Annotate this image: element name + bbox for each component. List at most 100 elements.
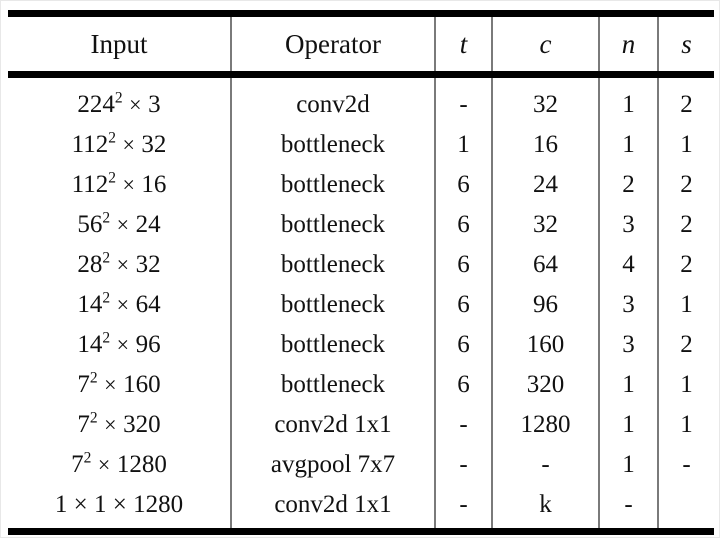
table-footer (8, 528, 714, 538)
input-base: 28 (77, 250, 103, 278)
input-exponent: 2 (108, 129, 116, 147)
cell-c: 24 (491, 164, 599, 204)
input-channels: 16 (141, 170, 167, 198)
cell-t: 6 (434, 364, 492, 404)
cell-operator: conv2d 1x1 (230, 484, 435, 532)
input-base: 14 (77, 290, 103, 318)
multiplication-sign: × (111, 251, 135, 277)
input-exponent: 2 (89, 369, 98, 387)
cell-c: 96 (491, 284, 599, 324)
input-exponent: 2 (102, 249, 111, 267)
input-exponent: 2 (102, 329, 111, 347)
cell-s: 2 (657, 78, 714, 124)
architecture-table-container: Input Operator t c n s 2242 × 3 conv2d -32… (8, 10, 714, 538)
multiplication-sign: × (111, 211, 135, 237)
multiplication-sign: × (111, 291, 135, 317)
cell-n: 3 (598, 324, 658, 364)
cell-s: 2 (657, 164, 714, 204)
input-channels: 320 (123, 410, 161, 438)
cell-t: 1 (434, 124, 492, 164)
column-header-c: c (491, 17, 599, 75)
cell-t: 6 (434, 324, 492, 364)
cell-n: 3 (598, 284, 658, 324)
input-base: 7 (71, 450, 84, 478)
cell-s: - (657, 444, 714, 484)
input-exponent: 2 (102, 289, 111, 307)
cell-operator: avgpool 7x7 (230, 444, 435, 484)
cell-input: 72 × 1280 (8, 444, 231, 484)
cell-t: 6 (434, 164, 492, 204)
cell-input: 1122 × 16 (8, 164, 231, 204)
header-row: Input Operator t c n s (8, 17, 714, 75)
cell-c: - (491, 444, 599, 484)
input-base: 7 (77, 370, 90, 398)
multiplication-sign: × (116, 171, 141, 197)
input-base: 112 (71, 170, 109, 198)
cell-t: 6 (434, 244, 492, 284)
cell-input: 72 × 160 (8, 364, 231, 404)
cell-s: 1 (657, 404, 714, 444)
cell-n: 4 (598, 244, 658, 284)
cell-operator: bottleneck (230, 324, 435, 364)
input-channels: 160 (123, 370, 161, 398)
input-channels: 1280 (116, 450, 167, 478)
column-header-n: n (598, 17, 658, 75)
table-row: 72 × 320 conv2d 1x1-1280 1 1 (8, 404, 714, 444)
cell-input: 2242 × 3 (8, 78, 231, 124)
page-root: Input Operator t c n s 2242 × 3 conv2d -32… (0, 0, 720, 538)
input-base: 7 (77, 410, 90, 438)
cell-s: 2 (657, 324, 714, 364)
multiplication-sign: × (98, 371, 123, 397)
input-channels: 96 (135, 330, 161, 358)
column-header-t: t (434, 17, 492, 75)
table-row: 72 × 1280 avgpool 7x7- -1- (8, 444, 714, 484)
multiplication-sign: × (123, 91, 148, 117)
table-row: 142 × 96 bottleneck 6 160 3 2 (8, 324, 714, 364)
cell-s: 1 (657, 124, 714, 164)
cell-s: 1 (657, 284, 714, 324)
cell-input: 1122 × 32 (8, 124, 231, 164)
cell-t: - (434, 404, 492, 444)
cell-n: 1 (598, 364, 658, 404)
input-channels: 24 (135, 210, 161, 238)
input-base: 224 (77, 90, 115, 118)
table-row: 562 × 24 bottleneck 6 32 3 2 (8, 204, 714, 244)
cell-n: 1 (598, 124, 658, 164)
cell-operator: conv2d (230, 78, 435, 124)
cell-operator: bottleneck (230, 204, 435, 244)
cell-c: 64 (491, 244, 599, 284)
multiplication-sign: × (111, 331, 135, 357)
input-exponent: 2 (102, 209, 111, 227)
cell-s: 2 (657, 204, 714, 244)
column-header-s: s (657, 17, 714, 75)
input-base: 112 (71, 130, 109, 158)
input-channels: 3 (148, 90, 161, 118)
multiplication-sign: × (116, 131, 141, 157)
table-header: Input Operator t c n s (8, 10, 714, 81)
cell-c: k (491, 484, 599, 532)
multiplication-sign: × (92, 451, 116, 477)
cell-s: 2 (657, 244, 714, 284)
input-channels: 64 (135, 290, 161, 318)
cell-n: 1 (598, 444, 658, 484)
input-exponent: 2 (89, 409, 98, 427)
cell-t: 6 (434, 204, 492, 244)
cell-s: 1 (657, 364, 714, 404)
cell-t: - (434, 78, 492, 124)
cell-c: 32 (491, 204, 599, 244)
table-body: 2242 × 3 conv2d -32 1 2 1122 × 32 bottleneck 1 1… (8, 78, 714, 532)
table-row: 1122 × 32 bottleneck 1 16 1 1 (8, 124, 714, 164)
cell-operator: conv2d 1x1 (230, 404, 435, 444)
cell-operator: bottleneck (230, 244, 435, 284)
table-rule-bottom (8, 528, 714, 538)
cell-c: 16 (491, 124, 599, 164)
cell-n: - (598, 484, 658, 532)
cell-n: 3 (598, 204, 658, 244)
cell-operator: bottleneck (230, 284, 435, 324)
cell-t: - (434, 484, 492, 532)
multiplication-sign: × (98, 411, 123, 437)
table-row: 282 × 32 bottleneck 6 64 4 2 (8, 244, 714, 284)
table-row: 72 × 160 bottleneck 6 320 1 1 (8, 364, 714, 404)
cell-operator: bottleneck (230, 124, 435, 164)
cell-input: 282 × 32 (8, 244, 231, 284)
